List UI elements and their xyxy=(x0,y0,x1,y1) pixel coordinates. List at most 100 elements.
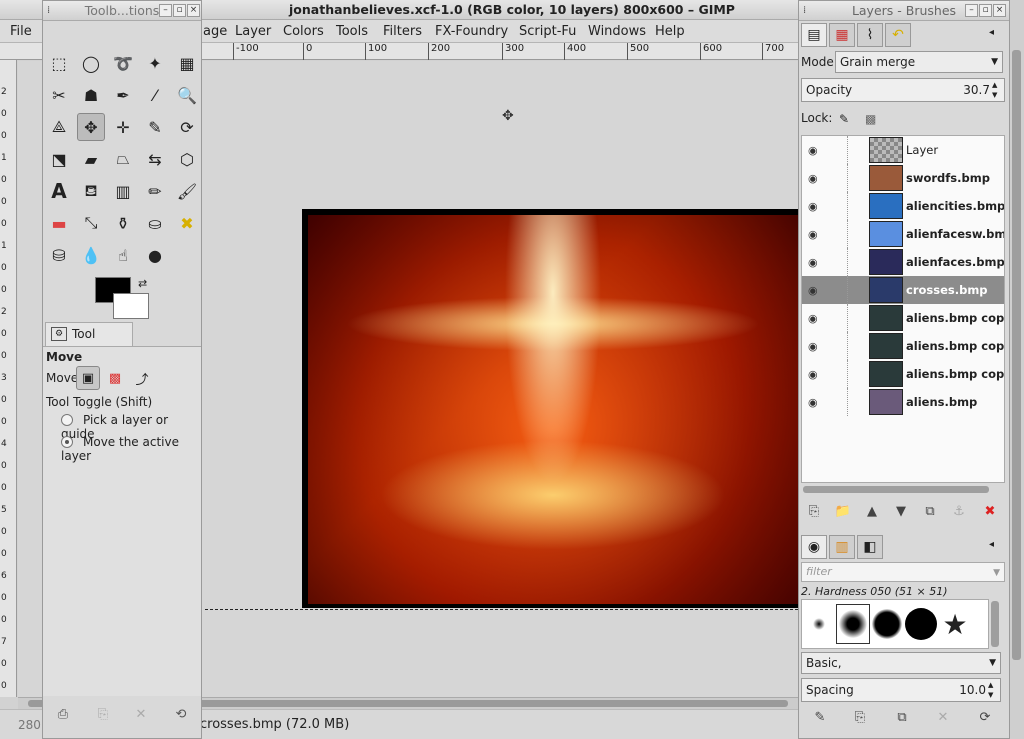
paintbrush-tool-icon[interactable]: 🖌 xyxy=(173,177,201,205)
menu-file[interactable]: File xyxy=(10,20,32,43)
blur-tool-icon[interactable]: 💧 xyxy=(77,241,105,269)
tab-tool-options[interactable]: ⚙ Tool Options xyxy=(45,322,133,363)
chain-column[interactable] xyxy=(847,276,848,304)
save-tool-preset-icon[interactable]: ⎙ xyxy=(53,705,73,725)
perspective-tool-icon[interactable]: ⏢ xyxy=(109,145,137,173)
tab-undo-history[interactable]: ↶ xyxy=(885,23,911,47)
visibility-eye-icon[interactable]: ◉ xyxy=(808,340,818,353)
tab-channels[interactable]: ▦ xyxy=(829,23,855,47)
minimize-button[interactable]: – xyxy=(159,4,172,17)
chain-column[interactable] xyxy=(847,360,848,388)
spin-arrows-icon[interactable]: ▲ ▼ xyxy=(988,680,998,700)
rect-select-tool-icon[interactable]: ⬚ xyxy=(45,49,73,77)
brush-item-selected[interactable] xyxy=(836,604,870,644)
image-canvas[interactable] xyxy=(308,215,798,604)
menu-filters[interactable]: Filters xyxy=(383,20,422,43)
blend-tool-icon[interactable]: ▥ xyxy=(109,177,137,205)
chain-column[interactable] xyxy=(847,220,848,248)
maximize-button[interactable]: ▫ xyxy=(173,4,186,17)
free-select-tool-icon[interactable]: ➰ xyxy=(109,49,137,77)
raise-layer-icon[interactable]: ▲ xyxy=(861,501,883,523)
color-picker-tool-icon[interactable]: ⁄ xyxy=(141,81,169,109)
close-button[interactable]: × xyxy=(187,4,200,17)
layer-row[interactable]: ◉ aliens.bmp copy # xyxy=(802,304,1004,332)
chain-column[interactable] xyxy=(847,332,848,360)
dock-menu-icon[interactable]: ◂ xyxy=(989,27,994,38)
menu-tools[interactable]: Tools xyxy=(336,20,368,43)
layers-scrollbar[interactable] xyxy=(803,486,989,493)
reset-tool-options-icon[interactable]: ⟲ xyxy=(171,705,191,725)
dodge-burn-tool-icon[interactable]: ● xyxy=(141,241,169,269)
pencil-tool-icon[interactable]: ✏ xyxy=(141,177,169,205)
move-tool-icon[interactable]: ✥ xyxy=(77,113,105,141)
dock-menu-icon[interactable]: ◂ xyxy=(989,539,994,550)
delete-brush-icon[interactable]: ✕ xyxy=(932,707,954,729)
clone-tool-icon[interactable]: ⛀ xyxy=(141,209,169,237)
ink-tool-icon[interactable]: ⚱ xyxy=(109,209,137,237)
new-layer-group-icon[interactable]: 📁 xyxy=(832,501,854,523)
spin-arrows-icon[interactable]: ▲ ▼ xyxy=(992,80,1002,100)
foreground-select-tool-icon[interactable]: ☗ xyxy=(77,81,105,109)
duplicate-layer-icon[interactable]: ⧉ xyxy=(919,501,941,523)
brush-tag-dropdown[interactable]: Basic, ▼ xyxy=(801,652,1001,674)
chain-column[interactable] xyxy=(847,248,848,276)
select-by-color-tool-icon[interactable]: ▦ xyxy=(173,49,201,77)
menu-windows[interactable]: Windows xyxy=(588,20,646,43)
radio-button[interactable] xyxy=(61,414,73,426)
delete-layer-icon[interactable]: ✖ xyxy=(979,501,1001,523)
fuzzy-select-tool-icon[interactable]: ✦ xyxy=(141,49,169,77)
chain-column[interactable] xyxy=(847,164,848,192)
measure-tool-icon[interactable]: ⟁ xyxy=(45,113,73,141)
airbrush-tool-icon[interactable]: ⤡ xyxy=(77,209,105,237)
heal-tool-icon[interactable]: ✖ xyxy=(173,209,201,237)
layer-row[interactable]: ◉ alienfaces.bmp xyxy=(802,248,1004,276)
flip-tool-icon[interactable]: ⇆ xyxy=(141,145,169,173)
bucket-fill-tool-icon[interactable]: ⛾ xyxy=(77,177,105,205)
visibility-eye-icon[interactable]: ◉ xyxy=(808,144,818,157)
layer-row[interactable]: ◉ aliens.bmp xyxy=(802,388,1004,416)
scissors-tool-icon[interactable]: ✂ xyxy=(45,81,73,109)
visibility-eye-icon[interactable]: ◉ xyxy=(808,172,818,185)
move-layer-mode-icon[interactable]: ▣ xyxy=(76,366,100,390)
menu-colors[interactable]: Colors xyxy=(283,20,324,43)
visibility-eye-icon[interactable]: ◉ xyxy=(808,200,818,213)
rotate-tool-icon[interactable]: ⟳ xyxy=(173,113,201,141)
align-tool-icon[interactable]: ✛ xyxy=(109,113,137,141)
menu-image[interactable]: age xyxy=(203,20,227,43)
brush-item[interactable] xyxy=(802,604,836,644)
eraser-tool-icon[interactable]: ▬ xyxy=(45,209,73,237)
layer-row[interactable]: ◉ aliens.bmp copy # xyxy=(802,332,1004,360)
menu-script-fu[interactable]: Script-Fu xyxy=(519,20,576,43)
radio-move-active-layer[interactable]: Move the active layer xyxy=(61,435,201,463)
duplicate-brush-icon[interactable]: ⧉ xyxy=(891,707,913,729)
smudge-tool-icon[interactable]: ☝ xyxy=(109,241,137,269)
move-path-mode-icon[interactable]: ⤴ xyxy=(130,366,154,390)
lower-layer-icon[interactable]: ▼ xyxy=(890,501,912,523)
visibility-eye-icon[interactable]: ◉ xyxy=(808,312,818,325)
menu-layer[interactable]: Layer xyxy=(235,20,271,43)
maximize-button[interactable]: ▫ xyxy=(979,4,992,17)
swap-colors-icon[interactable]: ⇄ xyxy=(138,277,147,290)
layer-mode-dropdown[interactable]: Grain merge ▼ xyxy=(835,51,1003,73)
toolbox-titlebar[interactable]: ⁞ Toolb...tions – ▫ × xyxy=(43,1,201,21)
tab-layers[interactable]: ▤ xyxy=(801,23,827,47)
new-brush-icon[interactable]: ⎘ xyxy=(849,707,871,729)
background-color-swatch[interactable] xyxy=(113,293,149,319)
layer-row[interactable]: ◉ alienfacesw.bmp xyxy=(802,220,1004,248)
scale-tool-icon[interactable]: ⬔ xyxy=(45,145,73,173)
chain-column[interactable] xyxy=(847,304,848,332)
layer-row[interactable]: ◉ aliens.bmp copy xyxy=(802,360,1004,388)
chain-column[interactable] xyxy=(847,388,848,416)
lock-pixels-icon[interactable]: ✎ xyxy=(839,112,849,126)
vertical-scrollbar[interactable] xyxy=(1012,50,1021,660)
layer-row[interactable]: ◉ Layer xyxy=(802,136,1004,164)
radio-button[interactable] xyxy=(61,436,73,448)
star-brush-icon[interactable]: ★ xyxy=(938,604,972,644)
new-layer-icon[interactable]: ⎘ xyxy=(803,501,825,523)
tab-patterns[interactable]: ▥ xyxy=(829,535,855,559)
crop-tool-icon[interactable]: ✎ xyxy=(141,113,169,141)
shear-tool-icon[interactable]: ▰ xyxy=(77,145,105,173)
brush-scrollbar[interactable] xyxy=(991,601,999,647)
layers-dock-titlebar[interactable]: ⁞ Layers - Brushes – ▫ × xyxy=(799,1,1009,21)
visibility-eye-icon[interactable]: ◉ xyxy=(808,396,818,409)
